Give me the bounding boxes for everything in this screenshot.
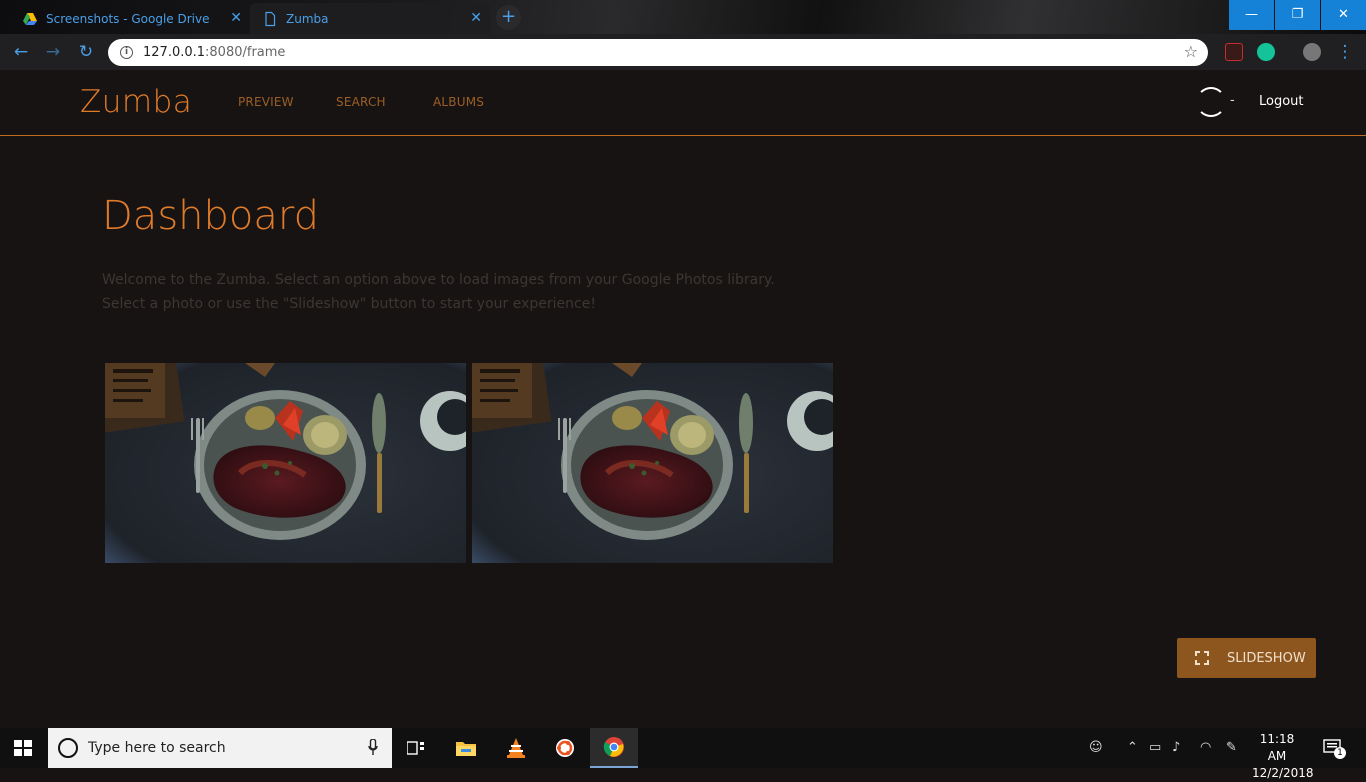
grammarly-extension-icon[interactable] <box>1257 43 1275 61</box>
notification-count-badge: 1 <box>1334 747 1346 759</box>
taskbar-search-box[interactable]: Type here to search <box>48 728 392 768</box>
tab-zumba[interactable]: Zumba ✕ <box>250 3 490 34</box>
restore-button[interactable]: ❐ <box>1275 0 1320 30</box>
pdf-extension-icon[interactable] <box>1225 43 1243 61</box>
wifi-icon[interactable]: ◠ <box>1200 740 1211 755</box>
site-info-icon[interactable]: i <box>120 46 133 59</box>
fullscreen-icon <box>1195 651 1209 665</box>
tab-google-drive[interactable]: Screenshots - Google Drive ✕ <box>10 3 250 34</box>
profile-avatar-icon[interactable] <box>1303 43 1321 61</box>
taskbar-clock[interactable]: 11:18 AM 12/2/2018 <box>1252 731 1314 782</box>
nav-search[interactable]: SEARCH <box>336 95 386 109</box>
url-host: 127.0.0.1 <box>143 45 206 60</box>
close-tab-icon[interactable]: ✕ <box>470 10 482 26</box>
intro-line: Select a photo or use the "Slideshow" bu… <box>102 296 596 312</box>
browser-tabstrip: Screenshots - Google Drive ✕ Zumba ✕ + —… <box>0 0 1366 34</box>
task-view-icon[interactable] <box>392 728 440 768</box>
document-icon <box>265 11 276 26</box>
address-bar[interactable]: i 127.0.0.1:8080/frame ☆ <box>108 39 1208 66</box>
file-explorer-icon[interactable] <box>442 728 490 768</box>
clock-time: 11:18 AM <box>1259 732 1295 763</box>
forward-arrow-icon[interactable]: → <box>42 41 64 63</box>
pen-icon[interactable]: ✎ <box>1226 740 1237 755</box>
google-drive-icon <box>23 12 37 25</box>
tab-title: Screenshots - Google Drive <box>46 11 210 26</box>
windows-start-icon[interactable] <box>14 740 32 756</box>
cortana-icon <box>58 738 78 758</box>
slideshow-label: SLIDESHOW <box>1227 650 1306 666</box>
logout-link[interactable]: Logout <box>1259 94 1304 109</box>
nav-albums[interactable]: ALBUMS <box>433 95 484 109</box>
back-arrow-icon[interactable]: ← <box>10 41 32 63</box>
close-tab-icon[interactable]: ✕ <box>230 10 242 26</box>
new-tab-button[interactable]: + <box>496 5 521 30</box>
intro-text: Welcome to the Zumba. Select an option a… <box>102 268 775 316</box>
intro-line: Welcome to the Zumba. Select an option a… <box>102 272 775 288</box>
chrome-icon[interactable] <box>590 728 638 768</box>
microphone-icon[interactable] <box>368 739 378 756</box>
tab-title: Zumba <box>286 11 329 26</box>
close-window-button[interactable]: ✕ <box>1321 0 1366 30</box>
plate-of-food-photo <box>105 363 466 563</box>
action-center-icon[interactable]: 1 <box>1322 738 1346 759</box>
menu-kebab-icon[interactable]: ⋮ <box>1334 41 1356 63</box>
taskbar: Type here to search ☺ ⌃ ▭ ♪ ◠ ✎ 11:18 AM… <box>0 728 1366 780</box>
minimize-button[interactable]: — <box>1229 0 1274 30</box>
user-name-separator: - <box>1230 93 1235 108</box>
volume-icon[interactable]: ♪ <box>1172 740 1180 755</box>
page-title: Dashboard <box>102 193 320 239</box>
slideshow-button[interactable]: SLIDESHOW <box>1177 638 1316 678</box>
battery-icon[interactable]: ▭ <box>1149 740 1161 755</box>
search-placeholder: Type here to search <box>88 740 226 756</box>
vlc-icon[interactable] <box>492 728 540 768</box>
ubuntu-icon[interactable] <box>541 728 589 768</box>
reload-icon[interactable]: ↻ <box>75 41 97 63</box>
user-avatar[interactable] <box>1196 87 1226 117</box>
brand-logo[interactable]: Zumba <box>80 84 192 120</box>
plate-of-food-photo <box>472 363 833 563</box>
photo-thumbnail[interactable] <box>472 363 833 563</box>
chevron-up-icon[interactable]: ⌃ <box>1127 740 1138 755</box>
url-path: :8080/frame <box>205 45 286 60</box>
nav-preview[interactable]: PREVIEW <box>238 95 294 109</box>
app-header: Zumba PREVIEW SEARCH ALBUMS - Logout <box>0 70 1366 136</box>
photo-thumbnail[interactable] <box>105 363 466 563</box>
bookmark-star-icon[interactable]: ☆ <box>1184 42 1198 61</box>
people-icon[interactable]: ☺ <box>1089 740 1103 755</box>
